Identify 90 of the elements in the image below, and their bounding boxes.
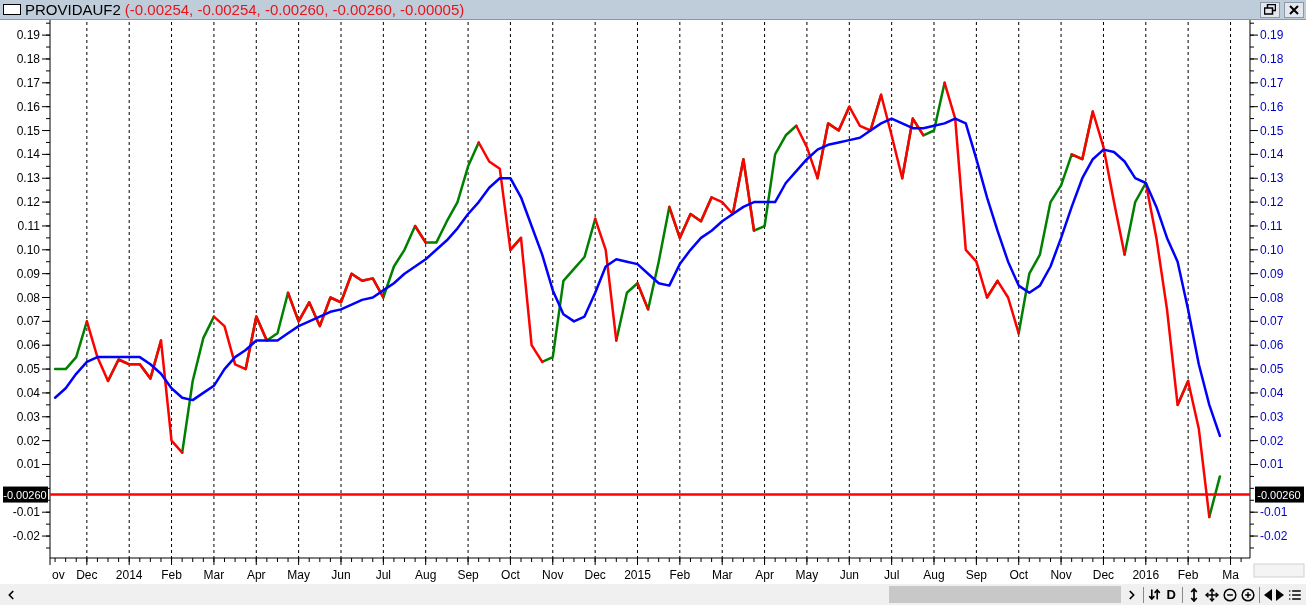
axis-label: 0.08 [1260,290,1284,305]
axis-label: 0.06 [16,338,40,353]
axis-label: -0.01 [12,505,40,520]
axis-label: 0.14 [1260,147,1284,162]
axis-label: 0.18 [16,51,40,66]
axis-label: Oct [501,568,520,582]
axis-label: 0.01 [1260,457,1284,472]
list-icon[interactable] [1288,587,1302,602]
zoom-out-icon[interactable] [1223,587,1237,602]
axis-label: Dec [1092,568,1115,582]
axis-label: 0.04 [16,385,40,400]
axis-label: 0.02 [1260,433,1284,448]
axis-label: Sep [457,568,479,582]
axis-label: 0.16 [1260,99,1284,114]
axis-label: 0.17 [1260,75,1284,90]
axis-label: 0.09 [1260,266,1284,281]
axis-label: Apr [755,568,774,582]
move-icon[interactable] [1205,587,1219,602]
axis-label: Apr [246,568,266,582]
axis-label: Feb [161,568,182,582]
axis-label: Feb [1177,568,1199,582]
axis-label: -0.02 [12,529,40,544]
level-label: -0.00260 [3,486,48,503]
axis-label: -0.01 [1260,505,1288,520]
axis-label: 0.19 [1260,28,1284,43]
axis-label: 0.08 [16,290,40,305]
axis-label: 0.04 [1260,385,1284,400]
axis-label: 0.01 [16,457,40,472]
axis-label: 0.14 [16,147,40,162]
axis-label: Aug [923,568,945,582]
axis-label: May [795,568,819,582]
period-button[interactable]: D [1164,585,1178,604]
close-button[interactable] [1284,1,1304,18]
axis-label: Jun [839,568,859,582]
axis-label: 0.15 [1260,123,1284,138]
axis-label: Mar [711,568,733,582]
axis-label: 0.11 [17,218,40,233]
axis-label: 0.19 [16,28,40,43]
axis-label: Nov [1050,568,1072,582]
price-values: (-0.00254, -0.00254, -0.00260, -0.00260, -0.00005) [124,1,465,18]
sync-icon[interactable] [1147,588,1161,601]
axis-label: Jul [375,568,391,582]
next-icon[interactable] [1276,588,1284,601]
axis-label: 2016 [1132,568,1160,582]
axis-label: 0.03 [16,409,40,424]
axis-label: 2014 [115,568,143,582]
axis-label: 0.06 [1260,338,1284,353]
axis-label: 0.10 [16,242,40,257]
axis-label: -0.02 [1260,529,1288,544]
axis-label: 0.15 [16,123,40,138]
axis-label: 0.09 [16,266,40,281]
axis-label: 0.02 [16,433,40,448]
axis-label: ov [52,568,65,582]
axis-label: 0.13 [1260,171,1284,186]
scrollbar-thumb[interactable] [888,586,1121,603]
axis-label: Dec [76,568,98,582]
axis-label: 2015 [624,568,651,582]
axis-label: 0.07 [1260,314,1284,329]
axis-label: 0.07 [16,314,40,329]
axis-label: 0.18 [1260,51,1284,66]
axis-label: 0.11 [1260,218,1283,233]
previous-icon[interactable] [1264,588,1272,601]
window-title: PROVIDAUF2 [25,1,121,18]
axis-label: Aug [415,568,437,582]
axis-label: Jul [884,568,900,582]
axis-label: Dec [584,568,606,582]
axis-label: 0.12 [16,195,40,210]
restore-icon [1264,4,1276,15]
close-icon [1289,4,1299,15]
axis-label: 0.05 [1260,362,1284,377]
axis-label: Ma [1222,568,1239,582]
axis-label: Mar [203,568,225,582]
axis-label: 0.12 [1260,195,1284,210]
axis-label: 0.03 [1260,409,1284,424]
axis-label: 0.10 [1260,242,1284,257]
axis-label: 0.16 [16,99,40,114]
zoom-in-icon[interactable] [1241,587,1255,602]
axis-label: Nov [542,568,564,582]
level-label: -0.00260 [1255,486,1304,503]
window-icon [3,4,21,15]
axis-corner-box [1253,563,1305,578]
axis-label: 0.13 [16,171,40,186]
restore-button[interactable] [1260,1,1280,18]
axis-label: Feb [669,568,691,582]
axis-label: Oct [1009,568,1029,582]
axis-label: Sep [965,568,988,582]
axis-label: 0.17 [16,75,40,90]
axis-label: May [287,568,310,582]
axis-label: 0.05 [16,362,40,377]
axis-label: Jun [331,568,351,582]
